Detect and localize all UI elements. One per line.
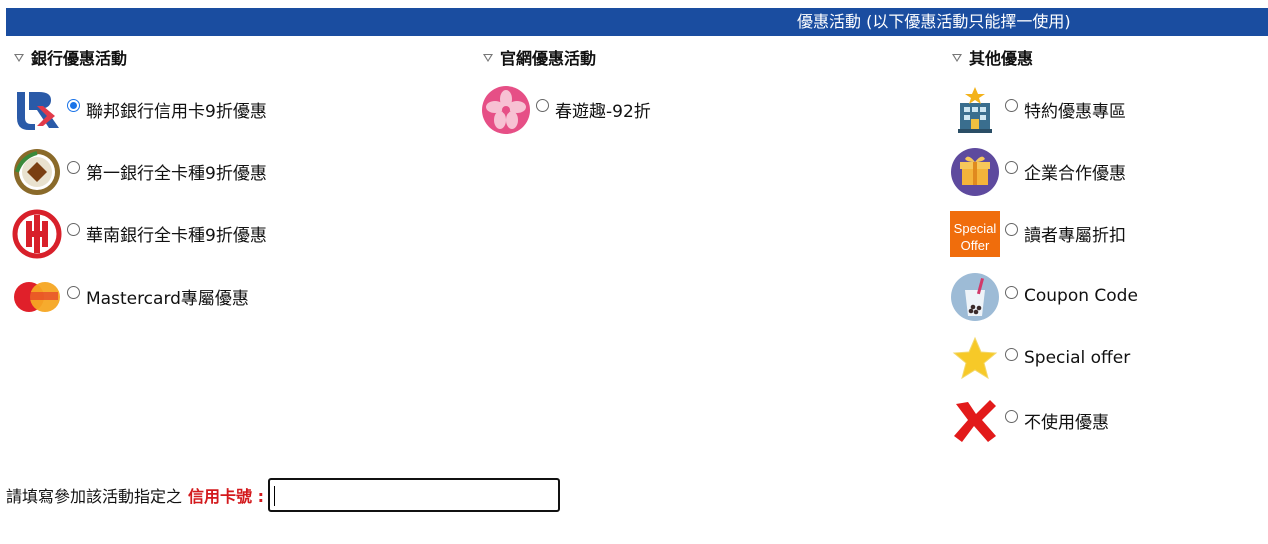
union-bank-logo-icon xyxy=(12,85,62,135)
option-label: Mastercard專屬優惠 xyxy=(86,288,249,309)
option-first-bank[interactable]: 第一銀行全卡種9折優惠 xyxy=(12,146,267,198)
option-label: Coupon Code xyxy=(1024,286,1138,306)
mastercard-logo-icon xyxy=(12,272,62,322)
cherry-blossom-icon xyxy=(481,85,531,135)
special-offer-radio[interactable] xyxy=(1005,347,1018,361)
option-label: 聯邦銀行信用卡9折優惠 xyxy=(86,101,267,122)
bank-promotions-heading[interactable]: 銀行優惠活動 xyxy=(12,44,127,70)
special-offer-tag-icon: Special Offer xyxy=(950,209,1000,259)
option-coupon-code[interactable]: Coupon Code xyxy=(950,271,1138,323)
first-bank-logo-icon xyxy=(12,147,62,197)
official-promotions-heading[interactable]: 官網優惠活動 xyxy=(481,44,596,70)
promotions-header-title: 優惠活動 (以下優惠活動只能擇一使用) xyxy=(797,12,1071,31)
red-x-icon xyxy=(950,396,1000,446)
option-special-offer[interactable]: Special offer xyxy=(950,333,1130,385)
card-number-row: 請填寫參加該活動指定之 信用卡號 : xyxy=(6,476,560,514)
mastercard-radio[interactable] xyxy=(67,285,80,299)
hua-nan-bank-logo-icon xyxy=(12,209,62,259)
reader-discount-radio[interactable] xyxy=(1005,222,1018,236)
option-partner-zone[interactable]: 特約優惠專區 xyxy=(950,84,1126,136)
bank-promotions-column: 銀行優惠活動 xyxy=(12,44,127,70)
collapse-triangle-icon xyxy=(952,54,962,62)
building-icon xyxy=(950,85,1000,135)
option-spring-trip[interactable]: 春遊趣-92折 xyxy=(481,84,651,136)
no-promotion-radio[interactable] xyxy=(1005,409,1018,423)
option-label: 特約優惠專區 xyxy=(1024,101,1126,122)
option-label: 華南銀行全卡種9折優惠 xyxy=(86,225,267,246)
option-no-promotion[interactable]: 不使用優惠 xyxy=(950,395,1109,447)
collapse-triangle-icon xyxy=(483,54,493,62)
first-bank-radio[interactable] xyxy=(67,160,80,174)
gift-box-icon xyxy=(950,147,1000,197)
other-promotions-column: 其他優惠 xyxy=(950,44,1033,70)
union-bank-radio[interactable] xyxy=(67,98,80,112)
spring-trip-radio[interactable] xyxy=(536,98,549,112)
option-label: 不使用優惠 xyxy=(1024,412,1109,433)
option-label: 第一銀行全卡種9折優惠 xyxy=(86,163,267,184)
partner-zone-radio[interactable] xyxy=(1005,98,1018,112)
option-mastercard[interactable]: Mastercard專屬優惠 xyxy=(12,271,249,323)
official-promotions-column: 官網優惠活動 xyxy=(481,44,596,70)
option-label: 企業合作優惠 xyxy=(1024,163,1126,184)
svg-text:Special: Special xyxy=(954,221,997,236)
svg-text:Offer: Offer xyxy=(961,238,990,253)
option-hua-nan-bank[interactable]: 華南銀行全卡種9折優惠 xyxy=(12,208,267,260)
option-corporate[interactable]: 企業合作優惠 xyxy=(950,146,1126,198)
option-union-bank[interactable]: 聯邦銀行信用卡9折優惠 xyxy=(12,84,267,136)
bubble-tea-icon xyxy=(950,272,1000,322)
coupon-code-radio[interactable] xyxy=(1005,285,1018,299)
option-label: 春遊趣-92折 xyxy=(555,101,651,122)
collapse-triangle-icon xyxy=(14,54,24,62)
star-icon xyxy=(950,334,1000,384)
card-number-prompt: 請填寫參加該活動指定之 xyxy=(6,487,183,506)
option-label: 讀者專屬折扣 xyxy=(1024,225,1126,246)
hua-nan-bank-radio[interactable] xyxy=(67,222,80,236)
text-caret xyxy=(274,486,275,506)
other-promotions-heading[interactable]: 其他優惠 xyxy=(950,44,1033,70)
option-label: Special offer xyxy=(1024,348,1131,368)
corporate-radio[interactable] xyxy=(1005,160,1018,174)
card-number-label: 信用卡號 : xyxy=(188,487,264,506)
option-reader-discount[interactable]: Special Offer 讀者專屬折扣 xyxy=(950,208,1126,260)
card-number-input[interactable] xyxy=(268,478,560,512)
promotions-header-bar: 優惠活動 (以下優惠活動只能擇一使用) xyxy=(6,8,1268,36)
